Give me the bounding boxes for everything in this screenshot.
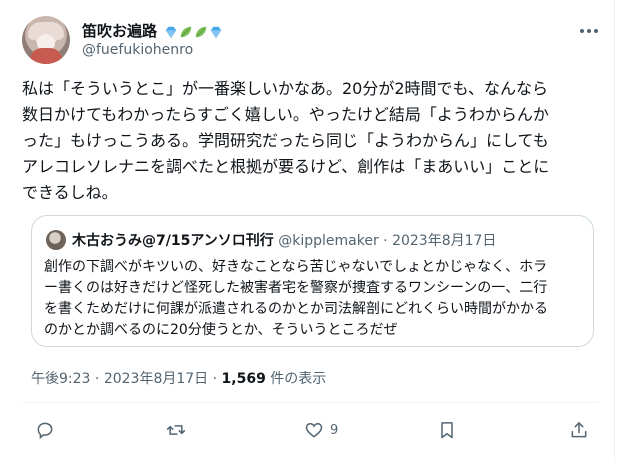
quoted-line: のかとか調べるのに20分使うとか、そういうところだぜ <box>44 322 398 338</box>
tweet-date[interactable]: 2023年8月17日 <box>104 371 208 387</box>
more-options-icon[interactable] <box>578 22 600 40</box>
quoted-separator: · <box>383 233 388 249</box>
like-button[interactable]: 9 <box>304 417 338 443</box>
quoted-line: を書くためだけに何課が派遣されるのかとか司法解剖にどれくらい時間がかかる <box>44 301 548 317</box>
tweet-line: 数日かけてもわかったらすごく嬉しい。やったけど結局「ようわからんか <box>22 105 549 124</box>
diamond-icon <box>211 26 222 38</box>
diamond-icon <box>166 26 177 38</box>
author-badges <box>164 25 223 39</box>
avatar-coat <box>30 48 62 64</box>
share-button[interactable] <box>569 417 589 443</box>
tweet-text: 私は「そういうとこ」が一番楽しいかなあ。20分が2時間でも、なんなら 数日かけて… <box>22 76 598 206</box>
quoted-date: 2023年8月17日 <box>392 233 497 249</box>
heart-icon <box>305 422 323 438</box>
tweet-line: った」もけっこうある。学問研究だったら同じ「ようわからん」にしても <box>22 131 549 150</box>
quoted-tweet[interactable]: 木古おうみ@7/15アンソロ刊行 @kipplemaker · 2023年8月1… <box>31 215 594 347</box>
author-name-text: 笛吹お遍路 <box>82 22 158 40</box>
author-avatar[interactable] <box>22 16 70 64</box>
quoted-tweet-header: 木古おうみ@7/15アンソロ刊行 @kipplemaker · 2023年8月1… <box>72 230 496 250</box>
bookmark-button[interactable] <box>437 417 457 443</box>
view-count: 1,569 <box>221 371 266 387</box>
quoted-tweet-text: 創作の下調べがキツいの、好きなことなら苦じゃないでしょとかじゃなく、ホラ ー書く… <box>44 257 584 341</box>
meta-separator: · <box>94 371 100 387</box>
view-count-label: 件の表示 <box>270 371 327 387</box>
leaf-icon <box>196 26 207 37</box>
quoted-author-avatar <box>46 230 66 250</box>
share-icon <box>571 422 587 438</box>
divider <box>22 402 598 403</box>
tweet-time[interactable]: 午後9:23 <box>31 371 90 387</box>
column-border <box>614 0 615 462</box>
retweet-button[interactable] <box>166 417 186 443</box>
quoted-line: 創作の下調べがキツいの、好きなことなら苦じゃないでしょとかじゃなく、ホラ <box>44 259 548 275</box>
reply-button[interactable] <box>35 417 55 443</box>
tweet-line: アレコレソレナニを調べたと根拠が要るけど、創作は「まあいい」ことに <box>22 157 550 176</box>
quoted-author-name: 木古おうみ@7/15アンソロ刊行 <box>72 233 274 249</box>
author-display-name[interactable]: 笛吹お遍路 <box>82 20 223 41</box>
quoted-line: ー書くのは好きだけど怪死した被害者宅を警察が捜査するワンシーンの一、二行 <box>44 280 548 296</box>
meta-separator: · <box>212 371 218 387</box>
action-bar: 9 <box>0 415 614 445</box>
tweet-line: できるしね。 <box>22 183 118 202</box>
like-count: 9 <box>330 422 339 438</box>
bookmark-icon <box>441 422 453 439</box>
author-handle[interactable]: @fuefukiohenro <box>82 42 193 58</box>
retweet-icon <box>166 425 186 435</box>
tweet-timestamp: 午後9:23 · 2023年8月17日 · 1,569 件の表示 <box>31 368 326 388</box>
reply-icon <box>37 422 53 440</box>
tweet-line: 私は「そういうとこ」が一番楽しいかなあ。20分が2時間でも、なんなら <box>22 79 549 98</box>
tweet-card: 笛吹お遍路 @fuefukiohenro 私は「そういうとこ」が一番楽しいかなあ… <box>0 0 614 462</box>
quoted-author-handle: @kipplemaker <box>278 233 379 249</box>
leaf-icon <box>181 26 192 37</box>
